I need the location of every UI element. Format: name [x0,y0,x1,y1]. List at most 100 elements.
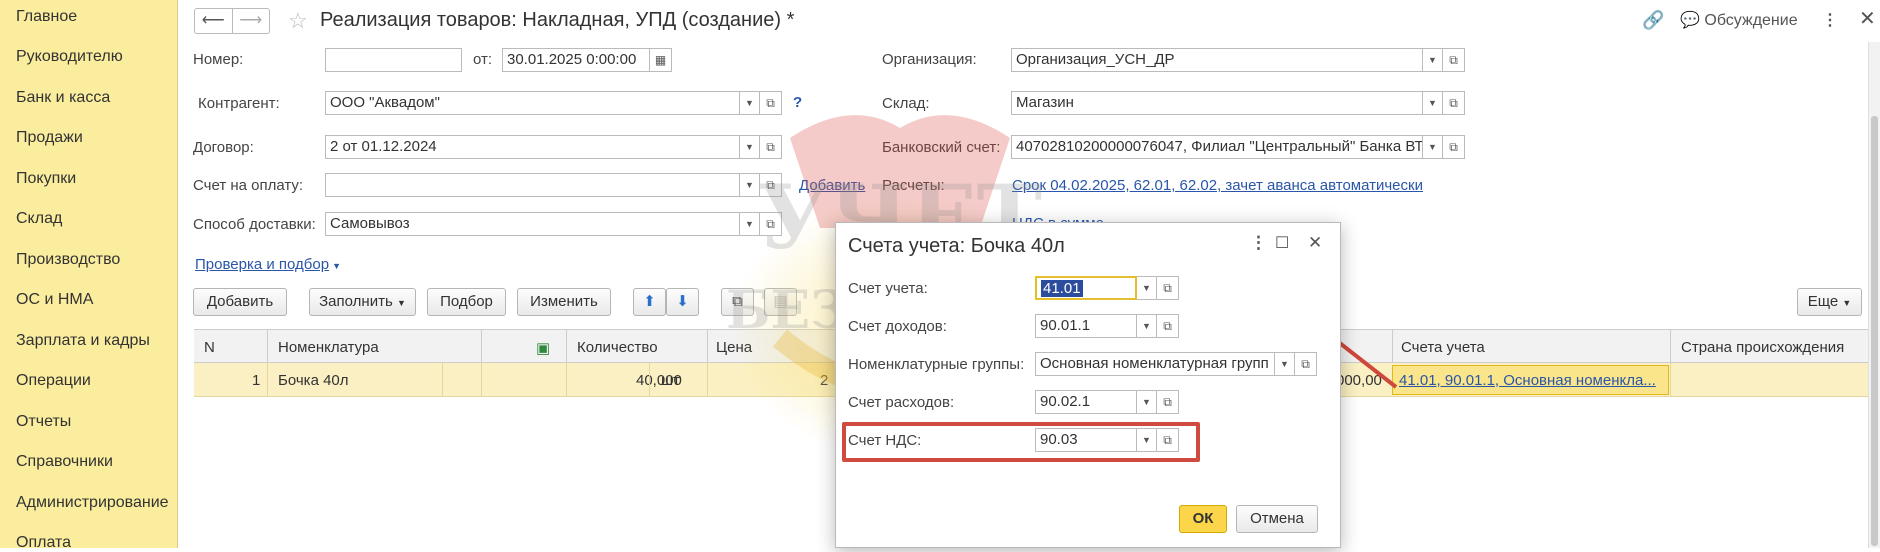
back-arrow-icon[interactable]: ⟵ [195,9,232,33]
vat-account-dropdown-icon[interactable]: ▼ [1137,428,1157,452]
chevron-down-icon: ▼ [1842,298,1852,308]
move-down-icon[interactable]: ⬇ [666,288,699,316]
delivery-field[interactable]: Самовывоз [325,212,740,236]
vat-account-field[interactable]: 90.03 [1035,428,1137,452]
bank-account-open-icon[interactable]: ⧉ [1443,135,1465,159]
sidebar-item-warehouse[interactable]: Склад [16,210,62,228]
sidebar-item-admin[interactable]: Администрирование [16,494,169,512]
nomenclature-group-field[interactable]: Основная номенклатурная групп [1035,352,1275,376]
sidebar-item-manager[interactable]: Руководителю [16,48,123,66]
column-divider [1392,330,1393,364]
invoice-open-icon[interactable]: ⧉ [760,173,782,197]
dialog-close-icon[interactable]: ✕ [1308,233,1322,253]
link-icon[interactable]: 🔗 [1642,10,1664,31]
maximize-icon[interactable]: ☐ [1275,233,1289,253]
expense-account-open-icon[interactable]: ⧉ [1157,390,1179,414]
vertical-scrollbar[interactable] [1868,42,1880,548]
income-account-open-icon[interactable]: ⧉ [1157,314,1179,338]
row-price[interactable]: 2 [820,372,828,389]
edit-button[interactable]: Изменить [517,288,611,316]
sidebar-item-fixed-assets[interactable]: ОС и НМА [16,291,93,309]
close-icon[interactable]: ✕ [1859,6,1876,31]
vat-account-label: Счет НДС: [848,432,922,449]
bank-account-label: Банковский счет: [882,139,1001,156]
contract-open-icon[interactable]: ⧉ [760,135,782,159]
warehouse-field[interactable]: Магазин [1011,91,1423,115]
help-icon[interactable]: ? [793,94,802,111]
sidebar-item-payroll[interactable]: Зарплата и кадры [16,332,150,350]
invoice-dropdown-icon[interactable]: ▼ [740,173,760,197]
col-n[interactable]: N [204,339,215,356]
more-button[interactable]: Еще ▼ [1797,288,1862,316]
column-divider [267,363,268,397]
col-qty[interactable]: Количество [577,339,658,356]
check-and-pick-link[interactable]: Проверка и подбор ▼ [195,256,341,273]
income-account-field[interactable]: 90.01.1 [1035,314,1137,338]
col-accounts[interactable]: Счета учета [1401,339,1485,356]
account-label: Счет учета: [848,280,928,297]
row-accounts-link[interactable]: 41.01, 90.01.1, Основная номенкла... [1399,372,1656,389]
row-sum[interactable]: 000,00 [1336,372,1382,389]
income-account-dropdown-icon[interactable]: ▼ [1137,314,1157,338]
more-vertical-icon[interactable]: ⋮ [1822,10,1838,30]
pick-button[interactable]: Подбор [427,288,506,316]
sidebar-item-purchases[interactable]: Покупки [16,170,76,188]
add-button[interactable]: Добавить [193,288,287,316]
contract-field[interactable]: 2 от 01.12.2024 [325,135,740,159]
sidebar-item-sales[interactable]: Продажи [16,129,83,147]
expense-account-field[interactable]: 90.02.1 [1035,390,1137,414]
settlements-link[interactable]: Срок 04.02.2025, 62.01, 62.02, зачет ава… [1012,177,1423,194]
delivery-dropdown-icon[interactable]: ▼ [740,212,760,236]
col-country[interactable]: Страна происхождения [1681,339,1844,356]
account-open-icon[interactable]: ⧉ [1157,276,1179,300]
sidebar-item-production[interactable]: Производство [16,251,120,269]
number-field[interactable] [325,48,462,72]
dialog-more-icon[interactable]: ⋮ [1250,233,1267,253]
sidebar-item-main[interactable]: Главное [16,8,77,26]
fill-button[interactable]: Заполнить ▼ [309,288,416,316]
cancel-button[interactable]: Отмена [1236,505,1318,533]
delivery-open-icon[interactable]: ⧉ [760,212,782,236]
counterparty-field[interactable]: ООО "Аквадом" [325,91,740,115]
sidebar-item-references[interactable]: Справочники [16,453,113,471]
counterparty-dropdown-icon[interactable]: ▼ [740,91,760,115]
dialog-title: Счета учета: Бочка 40л [848,235,1065,257]
settlements-label: Расчеты: [882,177,945,194]
account-field[interactable]: 41.01 [1035,276,1137,300]
copy-row-icon[interactable]: ⧉ [721,288,754,316]
org-open-icon[interactable]: ⧉ [1443,48,1465,72]
forward-arrow-icon[interactable]: ⟶ [231,9,270,33]
account-dropdown-icon[interactable]: ▼ [1137,276,1157,300]
bank-account-field[interactable]: 40702810200000076047, Филиал "Центральны… [1011,135,1423,159]
col-nomenclature[interactable]: Номенклатура [278,339,379,356]
move-up-icon[interactable]: ⬆ [633,288,666,316]
expense-account-dropdown-icon[interactable]: ▼ [1137,390,1157,414]
date-field[interactable]: 30.01.2025 0:00:00 [502,48,650,72]
favorite-star-icon[interactable]: ☆ [288,8,308,34]
col-price[interactable]: Цена [716,339,752,356]
warehouse-open-icon[interactable]: ⧉ [1443,91,1465,115]
row-nomenclature[interactable]: Бочка 40л [278,372,349,389]
add-invoice-link[interactable]: Добавить [799,177,865,194]
calendar-icon[interactable]: ▦ [650,48,672,72]
org-dropdown-icon[interactable]: ▼ [1423,48,1443,72]
sidebar-item-operations[interactable]: Операции [16,372,91,390]
discussion-button[interactable]: 💬 Обсуждение [1680,10,1798,30]
nomenclature-group-open-icon[interactable]: ⧉ [1295,352,1317,376]
sidebar-item-payment[interactable]: Оплата [16,534,71,552]
invoice-field[interactable] [325,173,740,197]
row-unit[interactable]: шт [661,372,680,389]
org-field[interactable]: Организация_УСН_ДР [1011,48,1423,72]
paste-row-icon[interactable]: ▤ [764,288,797,316]
warehouse-dropdown-icon[interactable]: ▼ [1423,91,1443,115]
counterparty-open-icon[interactable]: ⧉ [760,91,782,115]
sidebar-item-bank[interactable]: Банк и касса [16,89,110,107]
sidebar-item-reports[interactable]: Отчеты [16,413,71,431]
bank-account-dropdown-icon[interactable]: ▼ [1423,135,1443,159]
contract-dropdown-icon[interactable]: ▼ [740,135,760,159]
nomenclature-group-dropdown-icon[interactable]: ▼ [1275,352,1295,376]
scrollbar-thumb[interactable] [1871,116,1878,546]
ok-button[interactable]: ОК [1179,505,1227,533]
vat-account-open-icon[interactable]: ⧉ [1157,428,1179,452]
accounts-cell[interactable]: 41.01, 90.01.1, Основная номенкла... [1392,365,1669,395]
